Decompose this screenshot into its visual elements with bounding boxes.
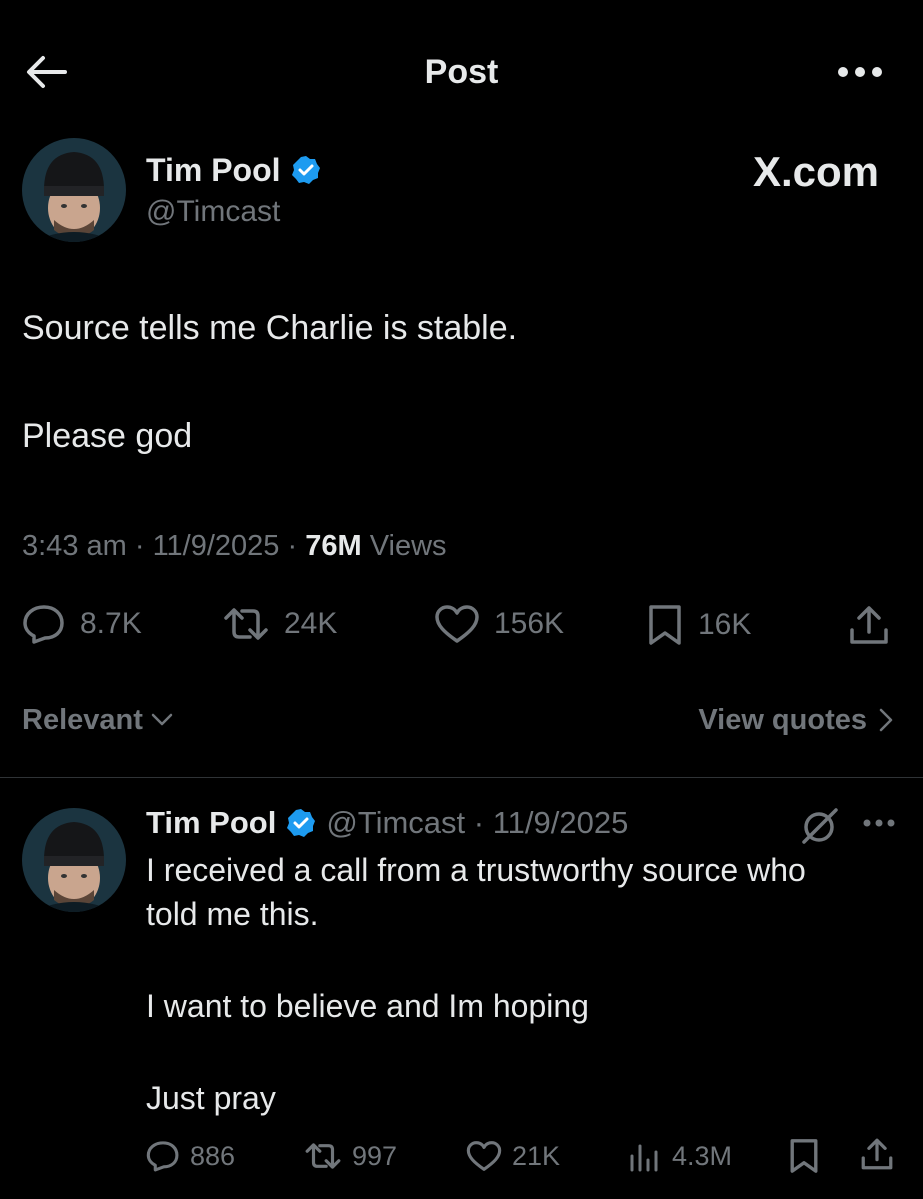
reply-header: Tim Pool @Timcast · 11/9/2025 — [146, 802, 628, 844]
repost-icon — [224, 608, 268, 640]
more-options-button[interactable] — [833, 52, 887, 92]
xcom-watermark: X.com — [752, 148, 879, 195]
reply-repost-action[interactable]: 997 — [304, 1138, 397, 1174]
bookmark-count: 16K — [698, 608, 752, 641]
chevron-down-icon — [151, 713, 173, 726]
reply-views-action[interactable]: 4.3M — [628, 1138, 732, 1174]
reply-author-name[interactable]: Tim Pool — [146, 802, 276, 844]
reply-icon — [146, 1141, 179, 1172]
reply-text-line-3: I want to believe and Im hoping — [146, 988, 589, 1024]
reply-reply-action[interactable]: 886 — [146, 1138, 235, 1174]
reply-repost-count: 997 — [352, 1141, 398, 1171]
author-handle[interactable]: @Timcast — [146, 192, 280, 232]
post-meta: 3:43 am · 11/9/2025 · 76M Views — [22, 530, 447, 562]
reply-avatar[interactable] — [22, 808, 126, 912]
reply-bookmark-button[interactable] — [788, 1138, 820, 1174]
view-quotes-label: View quotes — [698, 704, 867, 736]
post-text-line-2: Please god — [22, 417, 193, 455]
author-name[interactable]: Tim Pool — [146, 150, 321, 190]
views-count: 76M — [305, 530, 362, 562]
reply-more-button[interactable] — [862, 818, 896, 828]
reply-icon — [23, 605, 64, 644]
repost-count: 24K — [284, 607, 338, 640]
share-icon — [850, 606, 888, 644]
post-text-line-1: Source tells me Charlie is stable. — [22, 309, 518, 347]
reply-text-line-2: told me this. — [146, 896, 319, 932]
more-icon — [838, 67, 882, 77]
reply-count: 8.7K — [80, 607, 142, 640]
post-time[interactable]: 3:43 am — [22, 530, 127, 562]
avatar[interactable] — [22, 138, 126, 242]
sort-label: Relevant — [22, 704, 143, 736]
post-date[interactable]: 11/9/2025 — [153, 530, 280, 562]
repost-action[interactable]: 24K — [222, 604, 337, 644]
bookmark-action[interactable]: 16K — [646, 604, 751, 646]
share-icon — [861, 1138, 893, 1170]
reply-text-line-4: Just pray — [146, 1080, 276, 1116]
views-label: Views — [369, 530, 447, 562]
like-count: 156K — [494, 607, 565, 640]
bookmark-icon — [790, 1139, 818, 1173]
bookmark-icon — [649, 605, 681, 645]
grok-icon — [802, 808, 838, 844]
repost-icon — [305, 1143, 341, 1169]
reply-handle-date[interactable]: @Timcast · 11/9/2025 — [326, 802, 628, 844]
verified-badge-icon — [287, 809, 316, 837]
reply-share-button[interactable] — [860, 1136, 894, 1172]
more-icon — [863, 819, 895, 827]
share-button[interactable] — [848, 604, 890, 646]
heart-icon — [466, 1141, 502, 1171]
analytics-icon — [630, 1144, 658, 1172]
heart-icon — [435, 605, 479, 643]
reply-like-count: 21K — [512, 1141, 561, 1171]
like-action[interactable]: 156K — [434, 604, 564, 644]
verified-badge-icon — [291, 156, 320, 184]
author-name-text: Tim Pool — [146, 152, 281, 188]
chevron-right-icon — [879, 708, 893, 732]
reply-action[interactable]: 8.7K — [22, 604, 142, 644]
divider — [0, 777, 923, 778]
page-title: Post — [424, 53, 499, 91]
reply-reply-count: 886 — [190, 1141, 236, 1171]
grok-button[interactable] — [800, 806, 840, 846]
sort-replies-dropdown[interactable]: Relevant — [22, 700, 173, 740]
reply-text-line-1: I received a call from a trustworthy sou… — [146, 852, 806, 888]
reply-like-action[interactable]: 21K — [466, 1138, 560, 1174]
view-quotes-link[interactable]: View quotes — [698, 700, 893, 740]
reply-views-count: 4.3M — [672, 1141, 733, 1171]
